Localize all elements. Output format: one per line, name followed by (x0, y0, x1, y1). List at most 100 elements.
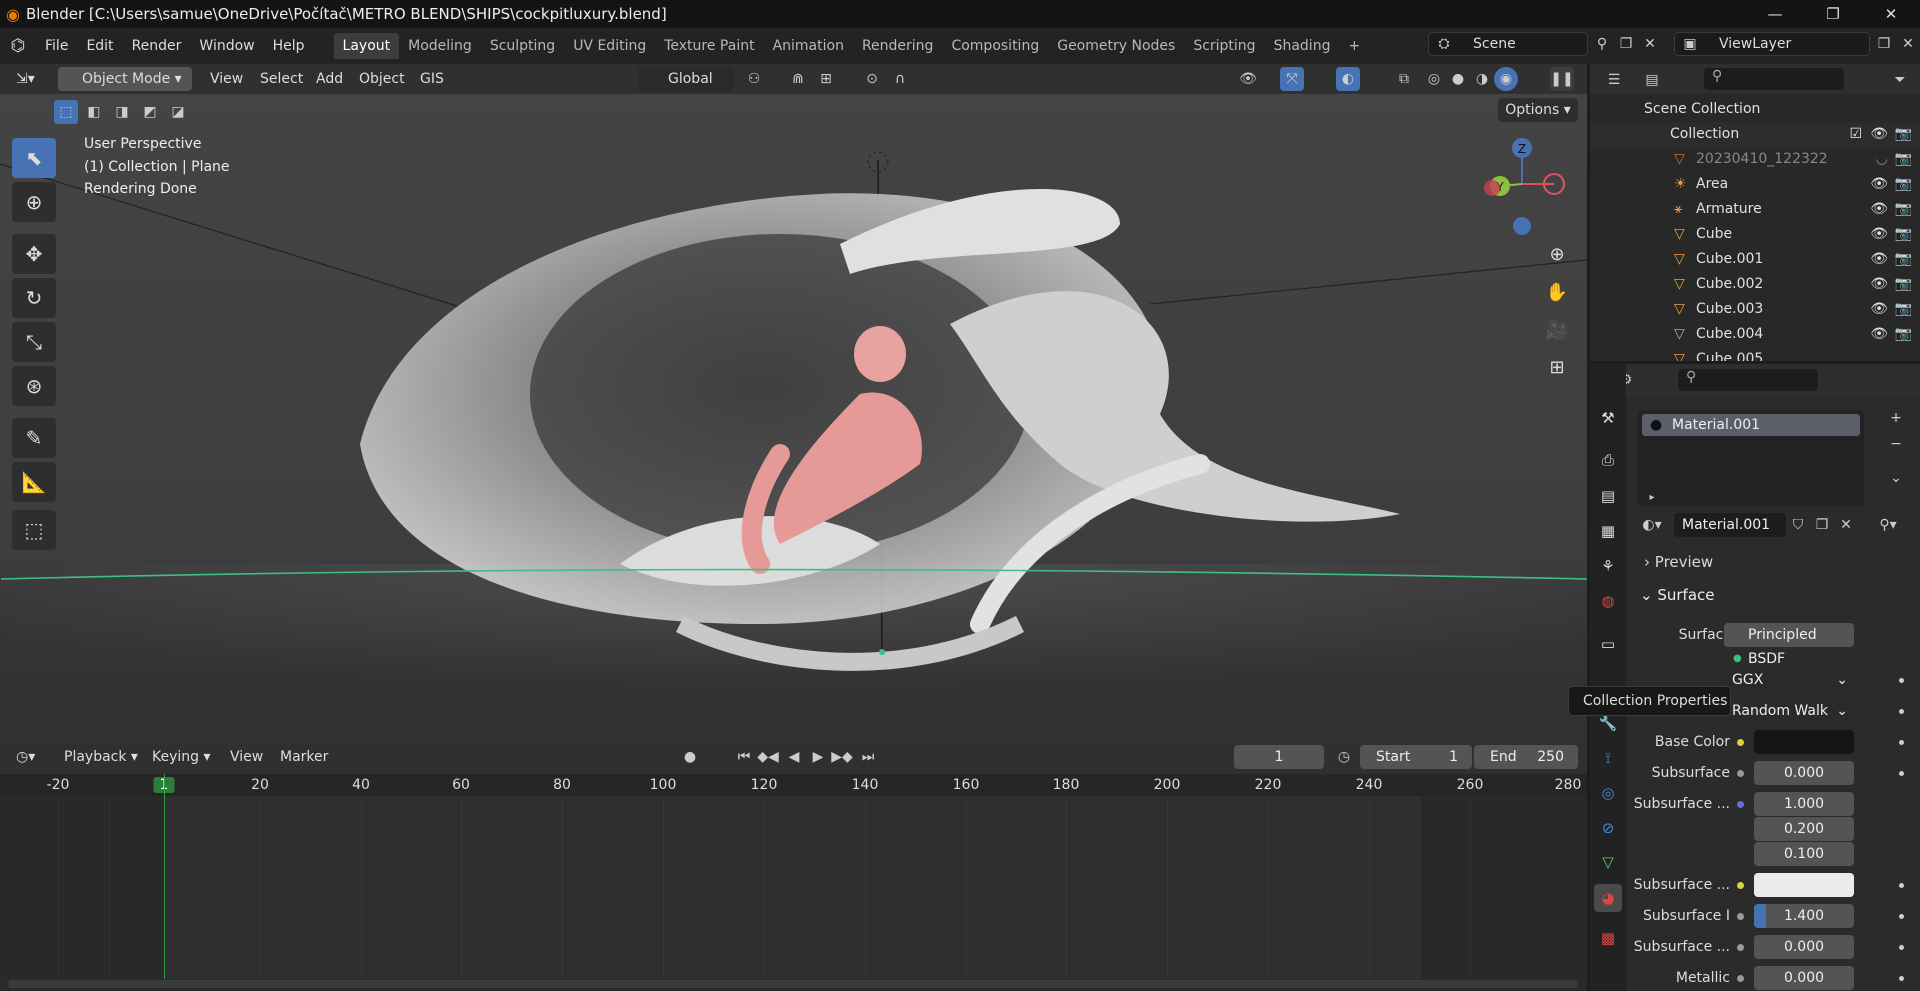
record-icon[interactable]: ● (678, 745, 702, 769)
current-frame-field[interactable]: 1 (1234, 745, 1324, 769)
camera-view-icon[interactable]: 🎥 (1542, 316, 1572, 346)
socket-icon[interactable] (1737, 882, 1744, 889)
frame-ruler[interactable]: -20 1 20 40 60 80 100 120 140 160 180 20… (0, 774, 1587, 796)
play-reverse-icon[interactable]: ◀ (782, 745, 806, 769)
overlay-toggle-icon[interactable]: ◐ (1336, 67, 1360, 91)
duplicate-material-icon[interactable]: ❐ (1810, 513, 1834, 537)
end-frame-field[interactable]: End 250 (1474, 745, 1578, 769)
menu-help[interactable]: Help (264, 34, 314, 58)
menu-file[interactable]: File (36, 34, 77, 58)
properties-search-input[interactable]: ⚲ (1678, 369, 1818, 391)
maximize-button[interactable]: ❐ (1804, 0, 1862, 28)
snap-icon[interactable]: ⋒ (786, 67, 810, 91)
blender-menu-icon[interactable]: ⌬ (0, 36, 36, 56)
distribution-dropdown[interactable]: GGX ⌄ (1724, 668, 1854, 692)
material-slot-item[interactable]: Material.001 ● (1642, 414, 1860, 436)
scene-tab-icon[interactable]: ⚘ (1594, 552, 1622, 580)
close-button[interactable]: ✕ (1862, 0, 1920, 28)
transform-tool-icon[interactable]: ⊛ (12, 366, 56, 406)
socket-icon[interactable] (1737, 801, 1744, 808)
outliner-scene-collection[interactable]: Scene Collection (1590, 97, 1920, 122)
data-tab-icon[interactable]: ▽ (1594, 848, 1622, 876)
rotate-tool-icon[interactable]: ↻ (12, 278, 56, 318)
tool-tab-icon[interactable]: ⚒ (1594, 404, 1622, 432)
material-tab-icon[interactable]: ◕ (1594, 884, 1622, 912)
add-cube-tool-icon[interactable]: ⬚ (12, 510, 56, 550)
outliner-item[interactable]: 20230410_122322 ▽ ◡ 📷 (1590, 147, 1920, 172)
playhead-line[interactable] (164, 774, 165, 979)
ortho-grid-icon[interactable]: ⊞ (1542, 353, 1572, 383)
select-intersect-icon[interactable]: ◪ (166, 100, 190, 124)
delete-view-layer-icon[interactable]: ✕ (1896, 32, 1920, 56)
physics-tab-icon[interactable]: ◎ (1594, 779, 1622, 807)
tab-scripting[interactable]: Scripting (1184, 33, 1264, 59)
editor-type-icon[interactable]: ⇲▾ (10, 67, 41, 91)
visibility-icon[interactable]: 👁 (1236, 67, 1260, 91)
select-subtract-icon[interactable]: ◨ (110, 100, 134, 124)
jump-start-icon[interactable]: ⏮ (732, 745, 756, 769)
subsurface-field[interactable]: 0.000 (1754, 761, 1854, 785)
outliner-item[interactable]: Cube.004 ▽ 👁 📷 (1590, 322, 1920, 347)
material-browse-icon[interactable]: ◐▾ (1640, 513, 1664, 537)
outliner-item[interactable]: Cube ▽ 👁 📷 (1590, 222, 1920, 247)
texture-tab-icon[interactable]: ▩ (1594, 924, 1622, 952)
annotate-tool-icon[interactable]: ✎ (12, 418, 56, 458)
solid-shading-icon[interactable]: ● (1446, 67, 1470, 91)
surface-panel[interactable]: ⌄ Surface (1630, 581, 1920, 609)
socket-icon[interactable] (1737, 975, 1744, 982)
timeline-editor-icon[interactable]: ◷▾ (10, 745, 41, 769)
outliner-item[interactable]: Armature ⚹ 👁 📷 (1590, 197, 1920, 222)
snap-target-icon[interactable]: ⊞ (814, 67, 838, 91)
keyframe-dot-icon[interactable] (1899, 945, 1904, 950)
pan-hand-icon[interactable]: ✋ (1542, 278, 1572, 308)
minimize-button[interactable]: — (1746, 0, 1804, 28)
select-new-icon[interactable]: ⬚ (54, 100, 78, 124)
surface-shader-selector[interactable]: Principled BSDF ● (1724, 623, 1854, 667)
falloff-icon[interactable]: ∩ (888, 67, 912, 91)
add-workspace-icon[interactable]: + (1339, 33, 1369, 59)
select-box-tool-icon[interactable]: ⬉ (12, 138, 56, 178)
tab-shading[interactable]: Shading (1265, 33, 1340, 59)
render-tab-icon[interactable]: ⎙ (1594, 446, 1622, 474)
fake-user-icon[interactable]: ⛉ (1786, 513, 1810, 537)
orientation-selector[interactable]: Global (638, 67, 734, 91)
add-slot-icon[interactable]: + (1884, 406, 1908, 430)
outliner-item[interactable]: Area ☀ 👁 📷 (1590, 172, 1920, 197)
pause-render-icon[interactable]: ❚❚ (1550, 67, 1574, 91)
gizmo-toggle-icon[interactable]: ⤧ (1280, 67, 1304, 91)
metallic-field[interactable]: 0.000 (1754, 966, 1854, 990)
socket-icon[interactable] (1737, 770, 1744, 777)
keying-menu[interactable]: Keying ▾ (146, 745, 217, 769)
tab-texture-paint[interactable]: Texture Paint (655, 33, 763, 59)
view-layer-selector[interactable]: ViewLayer (1674, 32, 1870, 56)
cursor-tool-icon[interactable]: ⊕ (12, 182, 56, 222)
subsurface-color-swatch[interactable] (1754, 873, 1854, 897)
menu-object[interactable]: Object (353, 67, 411, 91)
filter-icon[interactable]: ⏷ (1888, 68, 1912, 92)
play-icon[interactable]: ▶ (806, 745, 830, 769)
select-invert-icon[interactable]: ◩ (138, 100, 162, 124)
tab-geometry-nodes[interactable]: Geometry Nodes (1048, 33, 1184, 59)
subsurface-radius-y[interactable]: 0.200 (1754, 817, 1854, 841)
collection-tab-icon[interactable]: ▭ (1594, 630, 1622, 658)
proportional-edit-icon[interactable]: ⊙ (860, 67, 884, 91)
zoom-icon[interactable]: ⊕ (1542, 240, 1572, 270)
start-frame-field[interactable]: Start 1 (1360, 745, 1472, 769)
menu-add[interactable]: Add (310, 67, 349, 91)
outliner-item[interactable]: Cube.003 ▽ 👁 📷 (1590, 297, 1920, 322)
menu-gis[interactable]: GIS (414, 67, 450, 91)
remove-slot-icon[interactable]: − (1884, 432, 1908, 456)
delete-scene-icon[interactable]: ✕ (1638, 32, 1662, 56)
tab-modeling[interactable]: Modeling (399, 33, 481, 59)
3d-viewport[interactable] (0, 64, 1587, 740)
keyframe-dot-icon[interactable] (1899, 883, 1904, 888)
keyframe-dot-icon[interactable] (1899, 771, 1904, 776)
socket-icon[interactable] (1737, 739, 1744, 746)
constraints-tab-icon[interactable]: ⊘ (1594, 814, 1622, 842)
keyframe-dot-icon[interactable] (1899, 678, 1904, 683)
preview-panel[interactable]: › Preview (1630, 548, 1920, 576)
menu-edit[interactable]: Edit (77, 34, 122, 58)
subsurface-anisotropy-field[interactable]: 0.000 (1754, 935, 1854, 959)
keyframe-dot-icon[interactable] (1899, 740, 1904, 745)
keyframe-dot-icon[interactable] (1899, 976, 1904, 981)
